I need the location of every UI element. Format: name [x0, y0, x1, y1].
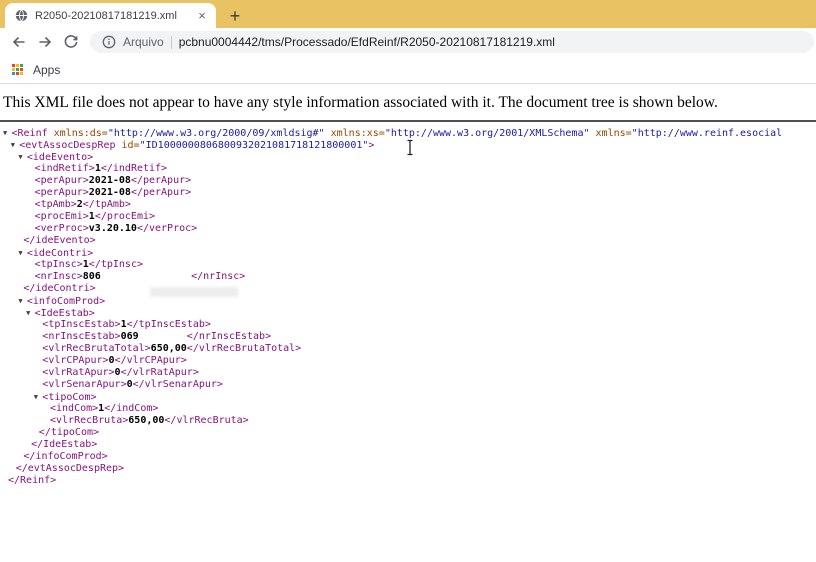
- collapse-arrow-icon[interactable]: ▼: [26, 307, 35, 319]
- globe-favicon-icon: [15, 9, 28, 22]
- xml-line: <tpInscEstab>1</tpInscEstab>: [42, 319, 211, 330]
- xml-line: </evtAssocDespRep>: [15, 463, 125, 474]
- info-icon[interactable]: [102, 35, 116, 49]
- tab-title: R2050-20210817181219.xml: [35, 9, 177, 22]
- redaction-smudge: [150, 287, 238, 297]
- xml-line: ▼ <infoComProd>: [18, 295, 106, 307]
- xml-line: <nrInscEstab>069 </nrInscEstab>: [42, 331, 272, 342]
- xml-line: </tipoCom>: [38, 427, 100, 438]
- collapse-arrow-icon[interactable]: ▼: [3, 127, 12, 139]
- xml-line: <tpAmb>2</tpAmb>: [34, 199, 131, 210]
- xml-line: <vlrRatApur>0</vlrRatApur>: [42, 367, 199, 378]
- tab-r2050[interactable]: R2050-20210817181219.xml ×: [5, 3, 216, 28]
- url-scheme-label: Arquivo: [123, 35, 164, 49]
- apps-grid-icon: [12, 63, 24, 76]
- xml-line: </infoComProd>: [23, 451, 108, 462]
- url-separator: [170, 35, 172, 49]
- xml-line: <vlrSenarApur>0</vlrSenarApur>: [42, 379, 223, 390]
- tab-strip: R2050-20210817181219.xml × +: [0, 0, 816, 28]
- url-path: pcbnu0004442/tms/Processado/EfdReinf/R20…: [178, 35, 555, 49]
- xml-line: <perApur>2021-08</perApur>: [34, 175, 192, 186]
- xml-line: ▼ <IdeEstab>: [26, 307, 95, 319]
- xml-line: <vlrCPApur>0</vlrCPApur>: [42, 355, 187, 366]
- address-bar[interactable]: Arquivo pcbnu0004442/tms/Processado/EfdR…: [90, 31, 814, 53]
- collapse-arrow-icon[interactable]: ▼: [18, 295, 27, 307]
- tab-close-icon[interactable]: ×: [194, 8, 210, 24]
- reload-icon: [64, 35, 78, 48]
- back-arrow-icon: [12, 36, 25, 48]
- xml-line: <perApur>2021-08</perApur>: [34, 187, 192, 198]
- text-cursor-icon: [407, 139, 413, 156]
- xml-line: </ideContri>: [23, 283, 96, 294]
- xml-line: ▼ <Reinf xmlns:ds="http://www.w3.org/2000…: [3, 127, 783, 139]
- forward-arrow-icon: [39, 36, 52, 48]
- reload-button[interactable]: [58, 30, 84, 54]
- toolbar: Arquivo pcbnu0004442/tms/Processado/EfdR…: [0, 28, 816, 56]
- back-button[interactable]: [6, 30, 32, 54]
- collapse-arrow-icon[interactable]: ▼: [18, 151, 27, 163]
- collapse-arrow-icon[interactable]: ▼: [11, 139, 20, 151]
- xml-tree: ▼ <Reinf xmlns:ds="http://www.w3.org/2000…: [0, 122, 816, 487]
- xml-line: ▼ <tipoCom>: [33, 392, 97, 403]
- collapse-arrow-icon[interactable]: ▼: [18, 247, 27, 259]
- xml-line: <tpInsc>1</tpInsc>: [34, 259, 143, 270]
- xml-line: <indRetif>1</indRetif>: [34, 163, 168, 174]
- apps-label: Apps: [33, 62, 61, 77]
- xml-line: <vlrRecBruta>650,00</vlrRecBruta>: [50, 415, 249, 426]
- apps-shortcut[interactable]: Apps: [12, 63, 60, 77]
- xml-line: <nrInsc>806 </nrInsc>: [34, 271, 246, 282]
- bookmarks-bar: Apps: [0, 56, 816, 84]
- new-tab-button[interactable]: +: [222, 4, 248, 28]
- xml-line: <procEmi>1</procEmi>: [34, 211, 156, 222]
- xml-line: </Reinf>: [8, 475, 57, 486]
- browser-window: R2050-20210817181219.xml × + Arquivo pcb…: [0, 0, 816, 562]
- xml-line: </IdeEstab>: [31, 439, 98, 450]
- xml-line: ▼ <ideContri>: [18, 247, 94, 259]
- forward-button[interactable]: [32, 30, 58, 54]
- xml-line: </ideEvento>: [23, 235, 96, 246]
- xml-style-notice: This XML file does not appear to have an…: [3, 94, 718, 111]
- xml-line: <indCom>1</indCom>: [50, 403, 159, 414]
- xml-line: <verProc>v3.20.10</verProc>: [34, 223, 198, 234]
- xml-line: <vlrRecBrutaTotal>650,00</vlrRecBrutaTot…: [42, 343, 302, 354]
